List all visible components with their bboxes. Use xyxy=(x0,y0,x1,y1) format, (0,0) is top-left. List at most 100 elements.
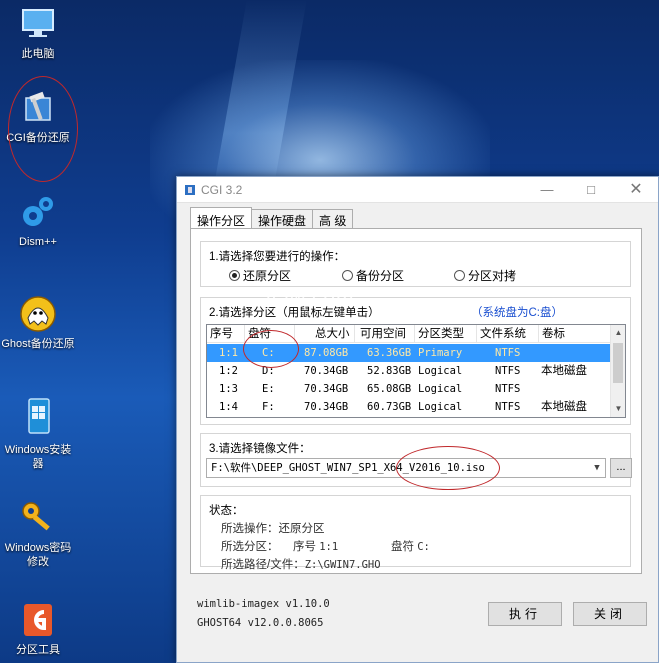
desktop-icon-cgi[interactable]: CGI备份还原 xyxy=(0,88,76,145)
key-icon xyxy=(22,502,50,531)
version-ghost: GHOST64 v12.0.0.8065 xyxy=(197,617,324,629)
radio-dot[interactable] xyxy=(229,270,240,281)
status-drive-value: C: xyxy=(417,541,430,553)
table-row[interactable]: 1:4 F: 70.34GB 60.73GB Logical NTFS 本地磁盘 xyxy=(207,398,612,416)
table-row[interactable]: 1:2 D: 70.34GB 52.83GB Logical NTFS 本地磁盘 xyxy=(207,362,612,380)
tab-disk[interactable]: 操作硬盘 xyxy=(251,209,314,228)
radio-dot[interactable] xyxy=(342,270,353,281)
desktop-icon-partition[interactable]: 分区工具 xyxy=(0,600,76,657)
table-header: 序号 盘符 总大小 可用空间 分区类型 文件系统 卷标 xyxy=(207,325,612,343)
table-row[interactable]: 1:1 C: 87.08GB 63.36GB Primary NTFS xyxy=(207,344,612,362)
chevron-down-icon[interactable]: ▼ xyxy=(589,459,605,477)
radio-label: 备份分区 xyxy=(356,269,405,283)
desktop-icon-label: 此电脑 xyxy=(21,48,55,60)
scroll-down-icon[interactable]: ▼ xyxy=(611,401,625,417)
tab-panel: 1.请选择您要进行的操作： 还原分区 备份分区 分区对拷 2.请选择分区（用鼠标… xyxy=(190,228,642,574)
status-path-value: Z:\GWIN7.GHO xyxy=(304,559,381,571)
hammer-tool-icon xyxy=(25,91,51,121)
desktop-icon-password[interactable]: Windows密码修改 xyxy=(0,498,76,569)
execute-button[interactable]: 执行 xyxy=(488,602,562,626)
desktop-icon-label: CGI备份还原 xyxy=(6,132,70,144)
cell-no: 1:3 xyxy=(219,383,238,395)
desktop-icon-this-pc[interactable]: 此电脑 xyxy=(0,4,76,61)
cell-total: 70.34GB xyxy=(304,401,349,413)
status-partition-label: 所选分区： xyxy=(221,541,279,553)
status-path-label: 所选路径/文件： xyxy=(221,559,305,571)
radio-backup[interactable]: 备份分区 xyxy=(342,267,404,284)
cell-fs: NTFS xyxy=(495,383,521,395)
app-icon xyxy=(185,185,195,195)
cell-drive: E: xyxy=(262,383,275,395)
version-wimlib: wimlib-imagex v1.10.0 xyxy=(197,598,330,610)
cell-free: 65.08GB xyxy=(367,383,412,395)
window-title: CGI 3.2 xyxy=(201,183,243,197)
status-no-label: 序号 xyxy=(293,541,316,553)
title-bar[interactable]: CGI 3.2 — □ ✕ xyxy=(177,177,658,203)
maximize-button[interactable]: □ xyxy=(569,177,613,203)
column-header[interactable]: 总大小 xyxy=(295,325,355,343)
cell-label: 本地磁盘 xyxy=(541,365,587,377)
cell-drive: F: xyxy=(262,401,275,413)
cell-fs: NTFS xyxy=(495,347,521,359)
column-header[interactable]: 分区类型 xyxy=(415,325,477,343)
image-file-group: 3.请选择镜像文件： F:\软件\DEEP_GHOST_WIN7_SP1_X64… xyxy=(200,433,632,490)
image-file-select[interactable]: F:\软件\DEEP_GHOST_WIN7_SP1_X64_V2016_10.i… xyxy=(206,458,606,478)
scroll-thumb[interactable] xyxy=(613,343,623,383)
operation-group: 1.请选择您要进行的操作： 还原分区 备份分区 分区对拷 xyxy=(200,241,631,287)
column-header[interactable]: 卷标 xyxy=(539,325,612,343)
close-window-button[interactable]: ✕ xyxy=(614,177,658,203)
status-partition: 所选分区： xyxy=(221,538,279,554)
partition-table[interactable]: 序号 盘符 总大小 可用空间 分区类型 文件系统 卷标 1:1 C: 87.08… xyxy=(206,324,626,418)
status-partition-no: 序号 1:1 xyxy=(293,538,338,554)
status-drive-label: 盘符 xyxy=(391,541,414,553)
status-operation-value: 还原分区 xyxy=(278,523,325,535)
cell-fs: NTFS xyxy=(495,365,521,377)
browse-button[interactable]: ... xyxy=(610,458,632,478)
radio-label: 还原分区 xyxy=(243,269,292,283)
column-header[interactable]: 可用空间 xyxy=(355,325,415,343)
cell-type: Logical xyxy=(418,383,463,395)
column-header[interactable]: 序号 xyxy=(207,325,245,343)
tab-partition[interactable]: 操作分区 xyxy=(190,207,253,228)
image-file-value: F:\软件\DEEP_GHOST_WIN7_SP1_X64_V2016_10.i… xyxy=(211,462,485,474)
status-path: 所选路径/文件：Z:\GWIN7.GHO xyxy=(221,556,381,572)
minimize-button[interactable]: — xyxy=(525,177,569,203)
desktop-icon-label: Dism++ xyxy=(19,236,57,248)
cell-type: Primary xyxy=(418,347,463,359)
cell-free: 63.36GB xyxy=(367,347,412,359)
system-disk-note: （系统盘为C:盘） xyxy=(471,307,563,319)
scroll-up-icon[interactable]: ▲ xyxy=(611,325,625,341)
tab-bar: 操作分区 操作硬盘 高 级 xyxy=(190,207,354,229)
desktop-icon-ghost[interactable]: Ghost备份还原 xyxy=(0,294,76,351)
column-header[interactable]: 文件系统 xyxy=(477,325,539,343)
operation-title: 1.请选择您要进行的操作： xyxy=(209,251,346,263)
cell-fs: NTFS xyxy=(495,401,521,413)
desktop-icon-label: Windows密码修改 xyxy=(4,542,72,568)
table-scrollbar[interactable]: ▲ ▼ xyxy=(610,325,625,417)
cell-free: 52.83GB xyxy=(367,365,412,377)
status-drive: 盘符 C: xyxy=(391,538,430,554)
radio-restore[interactable]: 还原分区 xyxy=(229,267,291,284)
desktop-icon-windows-installer[interactable]: Windows安装器 xyxy=(0,392,76,471)
radio-copy[interactable]: 分区对拷 xyxy=(454,267,516,284)
radio-dot[interactable] xyxy=(454,270,465,281)
watermark: jiaw.com xyxy=(266,287,355,310)
desktop-icon-dism[interactable]: Dism++ xyxy=(0,192,76,249)
desktop-icon-label: Ghost备份还原 xyxy=(1,338,75,350)
cell-label: 本地磁盘 xyxy=(541,401,587,413)
desktop-icon-label: 分区工具 xyxy=(16,644,60,656)
radio-label: 分区对拷 xyxy=(468,269,517,283)
cell-free: 60.73GB xyxy=(367,401,412,413)
status-group: 状态： 所选操作：还原分区 所选分区： 序号 1:1 盘符 C: 所选路径/文件… xyxy=(200,495,631,571)
table-row[interactable]: 1:3 E: 70.34GB 65.08GB Logical NTFS xyxy=(207,380,612,398)
cell-total: 70.34GB xyxy=(304,365,349,377)
cell-total: 70.34GB xyxy=(304,383,349,395)
column-header[interactable]: 盘符 xyxy=(245,325,295,343)
cell-no: 1:1 xyxy=(219,347,238,359)
cell-no: 1:4 xyxy=(219,401,238,413)
cell-drive: D: xyxy=(262,365,275,377)
close-button[interactable]: 关闭 xyxy=(573,602,647,626)
tab-advanced[interactable]: 高 级 xyxy=(312,209,354,228)
cell-drive: C: xyxy=(262,347,275,359)
cell-total: 87.08GB xyxy=(304,347,349,359)
